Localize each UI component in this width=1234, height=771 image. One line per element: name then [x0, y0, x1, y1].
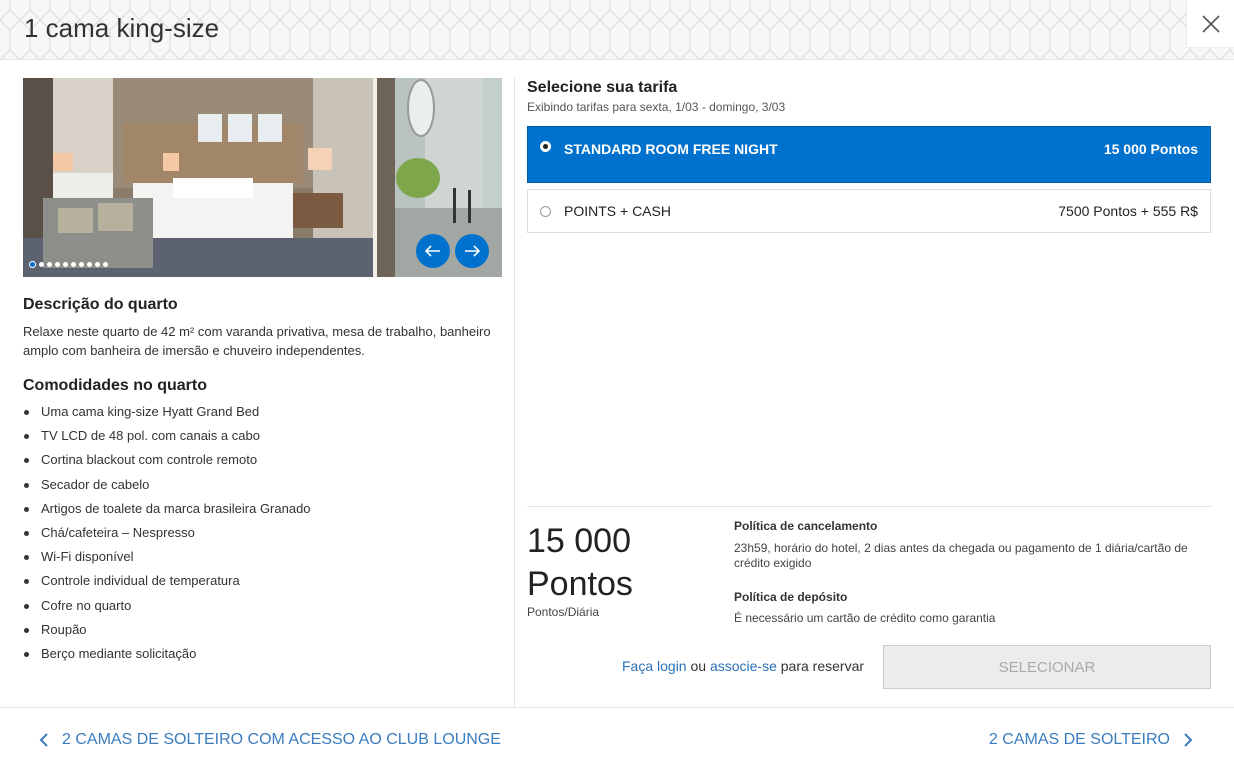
gallery-dot[interactable]	[71, 262, 76, 267]
amenity-item: Cortina blackout com controle remoto	[23, 448, 311, 472]
prev-room-label: 2 CAMAS DE SOLTEIRO COM ACESSO AO CLUB L…	[62, 731, 501, 748]
amenity-item: Roupão	[23, 618, 311, 642]
radio-selected[interactable]	[540, 141, 551, 152]
select-button[interactable]: SELECIONAR	[883, 645, 1211, 689]
rate-option-standard-free-night[interactable]: STANDARD ROOM FREE NIGHT 15 000 Pontos	[527, 126, 1211, 183]
total-price-amount: 15 000	[527, 522, 631, 560]
total-price: 15 000 Pontos	[527, 520, 717, 606]
total-price-unit: Pontos	[527, 565, 633, 603]
amenity-item: Secador de cabelo	[23, 473, 311, 497]
login-link[interactable]: Faça login	[622, 658, 687, 674]
amenities-list: Uma cama king-size Hyatt Grand Bed TV LC…	[23, 400, 311, 666]
chevron-left-icon	[39, 733, 48, 747]
arrow-left-icon	[425, 245, 440, 257]
gallery-prev-button[interactable]	[416, 234, 450, 268]
rate-section-title: Selecione sua tarifa	[527, 79, 678, 96]
amenity-item: Uma cama king-size Hyatt Grand Bed	[23, 400, 311, 424]
gallery-dot[interactable]	[79, 262, 84, 267]
rate-option-label: POINTS + CASH	[564, 203, 671, 219]
amenity-item: Cofre no quarto	[23, 594, 311, 618]
amenities-title: Comodidades no quarto	[23, 377, 207, 394]
footer-divider	[0, 707, 1234, 708]
deposit-policy-text: É necessário um cartão de crédito como g…	[734, 611, 996, 625]
amenity-item: Berço mediante solicitação	[23, 642, 311, 666]
modal-title: 1 cama king-size	[24, 13, 220, 43]
arrow-right-icon	[465, 245, 480, 257]
close-icon	[1201, 14, 1220, 33]
radio-unselected[interactable]	[540, 205, 551, 217]
gallery-dot[interactable]	[39, 262, 44, 267]
chevron-right-icon	[1184, 733, 1193, 747]
close-button[interactable]	[1186, 0, 1234, 48]
rate-dates: Exibindo tarifas para sexta, 1/03 - domi…	[527, 100, 786, 114]
amenity-item: Wi-Fi disponível	[23, 545, 311, 569]
gallery-dot[interactable]	[87, 262, 92, 267]
amenity-item: Artigos de toalete da marca brasileira G…	[23, 497, 311, 521]
amenity-item: Chá/cafeteira – Nespresso	[23, 521, 311, 545]
gallery-dot[interactable]	[47, 262, 52, 267]
price-per-night-label: Pontos/Diária	[527, 605, 600, 619]
rate-option-price: 7500 Pontos + 555 R$	[1058, 203, 1198, 219]
reserve-suffix: para reservar	[780, 658, 865, 674]
amenity-item: Controle individual de temperatura	[23, 569, 311, 593]
gallery-next-button[interactable]	[455, 234, 489, 268]
rate-option-points-cash[interactable]: POINTS + CASH 7500 Pontos + 555 R$	[527, 189, 1211, 233]
gallery-dot[interactable]	[63, 262, 68, 267]
deposit-policy-title: Política de depósito	[734, 590, 848, 604]
modal-header: 1 cama king-size	[0, 0, 1234, 60]
prev-room-link[interactable]: 2 CAMAS DE SOLTEIRO COM ACESSO AO CLUB L…	[38, 731, 501, 749]
summary-divider	[527, 506, 1211, 507]
gallery-dot[interactable]	[95, 262, 100, 267]
amenity-item: TV LCD de 48 pol. com canais a cabo	[23, 424, 311, 448]
login-prompt: Faça login ou associe-se para reservar	[622, 658, 864, 674]
description-text: Relaxe neste quarto de 42 m² com varanda…	[23, 324, 491, 358]
gallery-dot[interactable]	[103, 262, 108, 267]
or-text: ou	[690, 658, 707, 674]
column-divider	[514, 78, 515, 707]
gallery-dot[interactable]	[29, 261, 36, 268]
rate-option-label: STANDARD ROOM FREE NIGHT	[564, 141, 778, 157]
gallery-dots[interactable]	[29, 261, 108, 268]
join-link[interactable]: associe-se	[710, 658, 777, 674]
description-title: Descrição do quarto	[23, 296, 178, 313]
next-room-link[interactable]: 2 CAMAS DE SOLTEIRO	[989, 731, 1194, 749]
next-room-label: 2 CAMAS DE SOLTEIRO	[988, 731, 1170, 748]
cancel-policy-title: Política de cancelamento	[734, 519, 878, 533]
gallery-dot[interactable]	[55, 262, 60, 267]
cancel-policy-text: 23h59, horário do hotel, 2 dias antes da…	[734, 541, 1188, 570]
rate-option-price: 15 000 Pontos	[1103, 141, 1198, 157]
